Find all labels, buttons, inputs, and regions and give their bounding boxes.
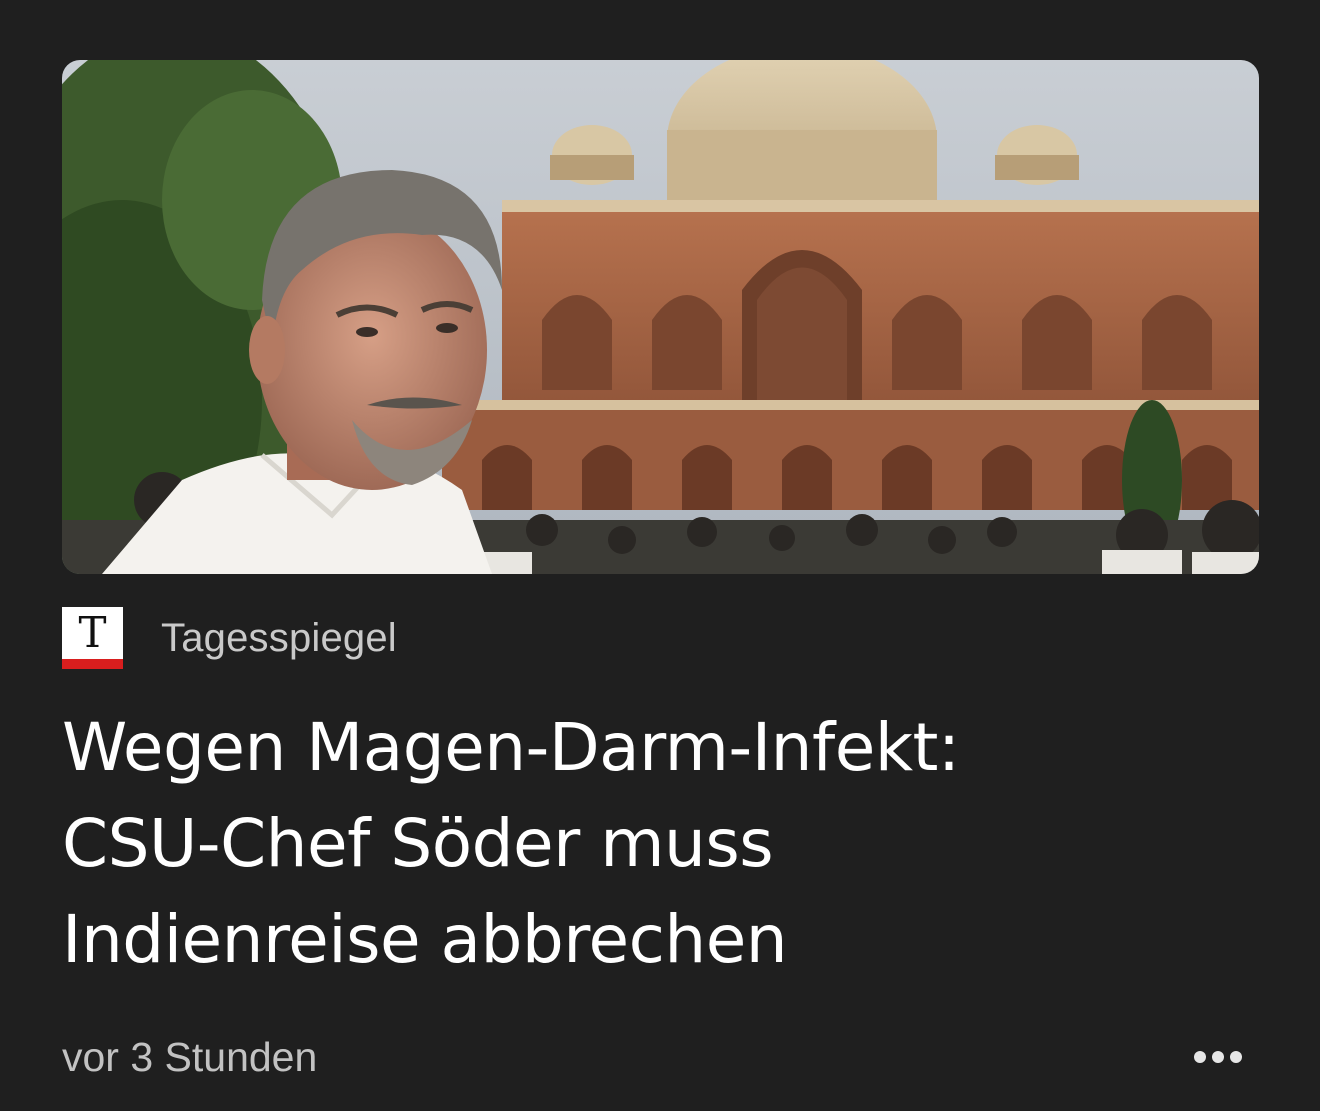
- more-horizontal-icon-dot: [1230, 1051, 1242, 1063]
- article-meta-row: vor 3 Stunden: [62, 1026, 1259, 1088]
- news-card[interactable]: T Tagesspiegel Wegen Magen-Darm-Infekt: …: [0, 0, 1320, 1111]
- publisher-name[interactable]: Tagesspiegel: [161, 616, 397, 661]
- publisher-logo: T: [62, 607, 123, 669]
- more-horizontal-icon: [1194, 1051, 1206, 1063]
- article-timestamp: vor 3 Stunden: [62, 1033, 318, 1080]
- more-options-button[interactable]: [1183, 1030, 1253, 1084]
- publisher-logo-letter: T: [78, 608, 107, 657]
- article-photo-illustration: [62, 60, 1259, 574]
- article-image[interactable]: [62, 60, 1259, 574]
- more-horizontal-icon-dot: [1212, 1051, 1224, 1063]
- headline-line-1: Wegen Magen-Darm-Infekt:: [62, 709, 960, 786]
- publisher-row[interactable]: T Tagesspiegel: [62, 606, 397, 670]
- headline-line-3: Indienreise abbrechen: [62, 901, 788, 978]
- publisher-logo-accent-bar: [62, 659, 123, 669]
- headline-line-2: CSU-Chef Söder muss: [62, 805, 774, 882]
- article-headline[interactable]: Wegen Magen-Darm-Infekt: CSU-Chef Söder …: [62, 700, 1242, 988]
